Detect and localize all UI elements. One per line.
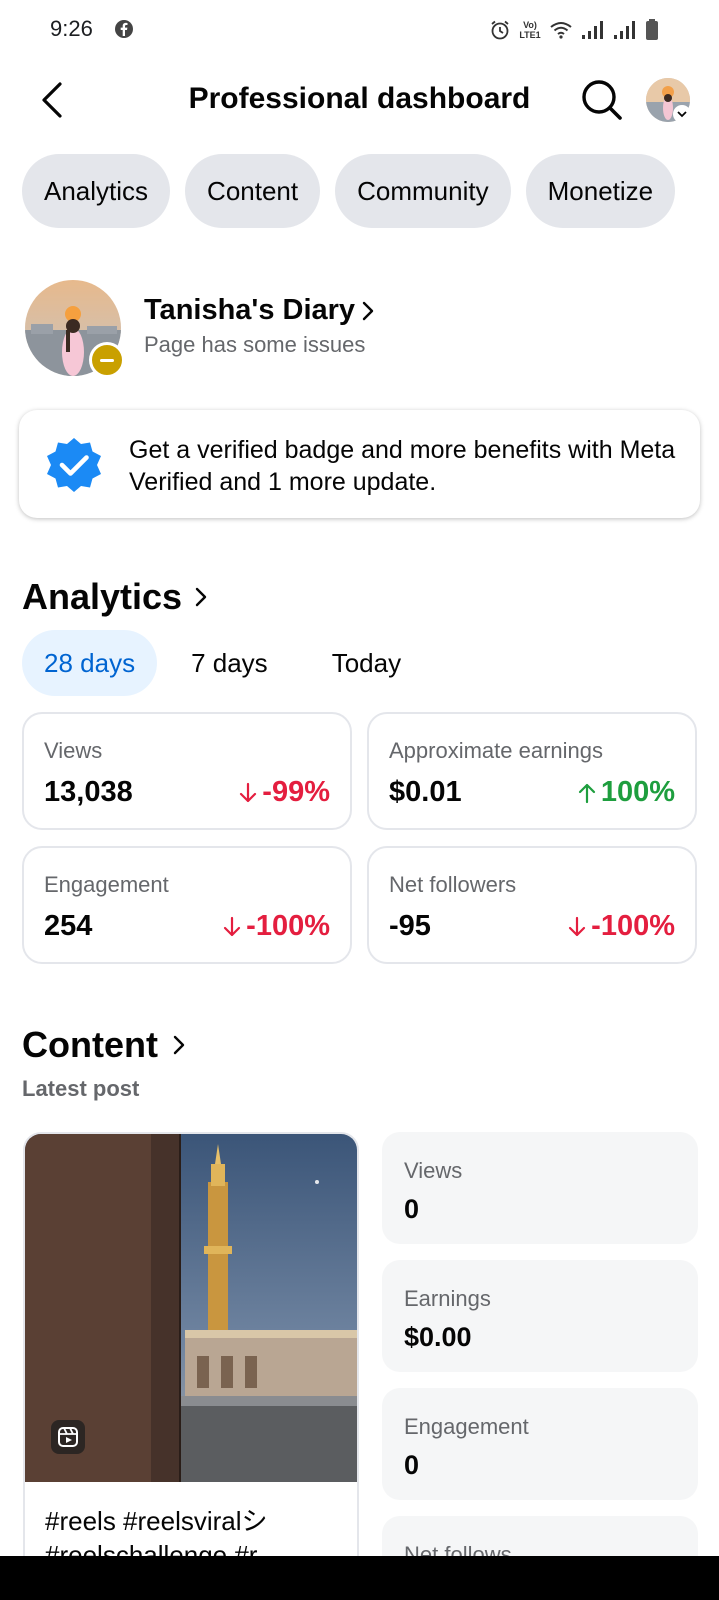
stat-card-earnings[interactable]: Approximate earnings $0.01 100% (367, 712, 697, 830)
range-7-days[interactable]: 7 days (169, 630, 290, 696)
chevron-right-icon[interactable] (172, 1034, 186, 1056)
metric-label: Views (404, 1158, 463, 1183)
promo-text: Get a verified badge and more benefits w… (129, 436, 676, 496)
chevron-down-icon (677, 111, 687, 118)
account-switch-chevron[interactable] (673, 105, 691, 123)
status-icons: Vo) LTE1 (489, 18, 659, 42)
page-profile-row[interactable]: Tanisha's Diary Page has some issues (25, 280, 685, 380)
stat-label: Net followers (389, 872, 517, 897)
meta-verified-promo[interactable]: Get a verified badge and more benefits w… (19, 410, 700, 518)
stat-label: Views (44, 738, 103, 763)
stat-change: -100% (222, 910, 330, 943)
latest-post-label: Latest post (22, 1076, 140, 1101)
stat-value: 13,038 (44, 776, 133, 808)
tab-community[interactable]: Community (335, 154, 511, 228)
post-metric-engagement[interactable]: Engagement 0 (382, 1388, 698, 1500)
chevron-right-icon[interactable] (194, 586, 208, 608)
stat-card-engagement[interactable]: Engagement 254 -100% (22, 846, 352, 964)
date-range-tabs: 28 days 7 days Today (22, 630, 429, 696)
stat-card-net-followers[interactable]: Net followers -95 -100% (367, 846, 697, 964)
post-metric-views[interactable]: Views 0 (382, 1132, 698, 1244)
metric-label: Engagement (404, 1414, 529, 1439)
stat-change: -99% (238, 776, 330, 809)
latest-post-card[interactable]: #reels #reelsviralシ #reelschallenge #r (23, 1132, 359, 1600)
stat-value: -95 (389, 910, 431, 942)
stat-label: Approximate earnings (389, 738, 604, 763)
tab-analytics[interactable]: Analytics (22, 154, 171, 228)
facebook-notification-icon (115, 20, 133, 38)
search-icon (582, 80, 622, 120)
verified-badge-icon (47, 438, 101, 492)
wifi-icon (550, 22, 572, 39)
signal-icon-1 (582, 21, 603, 39)
post-metric-earnings[interactable]: Earnings $0.00 (382, 1260, 698, 1372)
stat-card-views[interactable]: Views 13,038 -99% (22, 712, 352, 830)
range-today[interactable]: Today (310, 630, 423, 696)
system-navigation-bar (0, 1556, 719, 1600)
stat-label: Engagement (44, 872, 169, 897)
stat-change-value: 100% (600, 776, 675, 808)
stat-change: 100% (577, 776, 675, 809)
search-button[interactable] (578, 76, 626, 124)
stat-change-value: -100% (591, 910, 675, 942)
tab-content[interactable]: Content (185, 154, 321, 228)
arrow-down-icon (240, 782, 257, 802)
section-tabs: Analytics Content Community Monetize (22, 154, 676, 228)
stat-change-value: -100% (246, 910, 330, 942)
volte-label: Vo) LTE1 (519, 20, 541, 40)
stat-change: -100% (567, 910, 675, 943)
tab-monetize[interactable]: Monetize (525, 154, 676, 228)
page-status-badge (89, 342, 125, 378)
chevron-right-icon (362, 301, 374, 321)
stat-change-value: -99% (262, 776, 330, 808)
page-status-text: Page has some issues (144, 332, 366, 357)
page-name: Tanisha's Diary (144, 294, 356, 326)
stat-value: 254 (44, 910, 93, 942)
metric-label: Earnings (404, 1286, 491, 1311)
metric-value: $0.00 (404, 1322, 472, 1352)
status-bar: 9:26 Vo) LTE1 (0, 0, 719, 60)
range-28-days[interactable]: 28 days (22, 630, 158, 696)
arrow-up-icon (578, 783, 595, 803)
signal-icon-2 (614, 21, 635, 39)
status-time: 9:26 (50, 16, 93, 41)
arrow-down-icon (224, 916, 241, 936)
arrow-down-icon (569, 916, 586, 936)
reel-icon (51, 1420, 85, 1454)
stat-value: $0.01 (389, 776, 462, 808)
header: Professional dashboard (0, 70, 719, 130)
metric-value: 0 (404, 1194, 420, 1224)
metric-value: 0 (404, 1450, 420, 1480)
alarm-icon (491, 20, 509, 40)
battery-icon (646, 19, 658, 40)
analytics-heading[interactable]: Analytics (22, 576, 182, 618)
content-heading[interactable]: Content (22, 1024, 158, 1066)
